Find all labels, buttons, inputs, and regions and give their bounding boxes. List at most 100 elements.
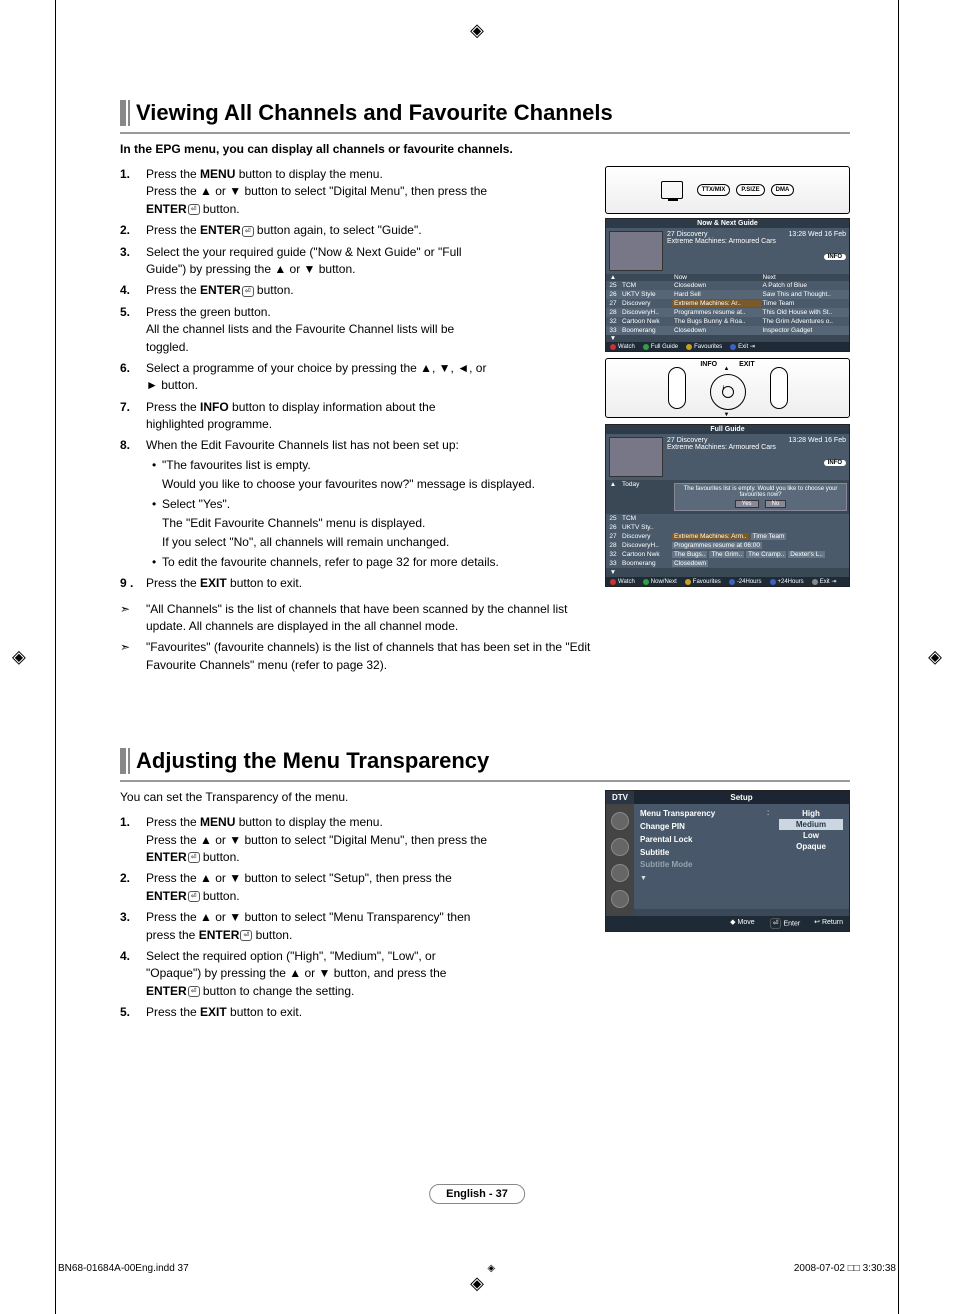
transparency-option[interactable]: Medium bbox=[779, 819, 843, 830]
no-button[interactable]: No bbox=[765, 500, 787, 508]
move-hint: ◆ Move bbox=[730, 918, 754, 929]
step-item: 7.Press the INFO button to display infor… bbox=[120, 399, 593, 434]
dpad[interactable]: ▲ ▼ i bbox=[696, 368, 760, 416]
step-item: 4.Select the required option ("High", "M… bbox=[120, 948, 593, 1000]
menu-category-icon[interactable] bbox=[611, 864, 629, 882]
transparency-option[interactable]: Opaque bbox=[779, 841, 843, 852]
setup-tab[interactable]: Setup bbox=[634, 791, 849, 804]
title-underline bbox=[120, 780, 850, 782]
note-item: ➣"Favourites" (favourite channels) is th… bbox=[120, 639, 593, 674]
title-underline bbox=[120, 132, 850, 134]
scroll-up-icon[interactable] bbox=[606, 481, 620, 513]
step-item: 2.Press the ▲ or ▼ button to select "Set… bbox=[120, 870, 593, 905]
preview-thumb-icon bbox=[609, 231, 663, 271]
exit-arc-label: EXIT bbox=[739, 361, 755, 368]
today-label: Today bbox=[620, 481, 672, 513]
psize-button[interactable]: P.SIZE bbox=[736, 184, 764, 196]
guide-row[interactable]: 28DiscoveryH..Programmes resume at..This… bbox=[606, 308, 849, 317]
menu-category-icon[interactable] bbox=[611, 812, 629, 830]
page-footer: English - 37 bbox=[429, 1184, 525, 1204]
guide-row[interactable]: 33BoomerangClosedown bbox=[606, 559, 849, 568]
page-number-pill: English - 37 bbox=[429, 1184, 525, 1204]
step-item: 6.Select a programme of your choice by p… bbox=[120, 360, 593, 395]
epg1-channel: 27 Discovery bbox=[667, 231, 707, 238]
now-next-guide-panel: Now & Next Guide 27 Discovery 13:28 Wed … bbox=[605, 218, 850, 352]
setup-item-disabled: Subtitle Mode bbox=[640, 859, 761, 872]
guide-row[interactable]: 25TCM bbox=[606, 514, 849, 523]
scroll-up-icon[interactable] bbox=[606, 274, 620, 281]
step-item: 4.Press the ENTER⏎ button. bbox=[120, 282, 593, 299]
step-item: 3.Press the ▲ or ▼ button to select "Men… bbox=[120, 909, 593, 944]
crop-mark-top-icon: ◈ bbox=[470, 20, 484, 41]
guide-row[interactable]: 25TCMClosedownA Patch of Blue bbox=[606, 281, 849, 290]
footer-action[interactable]: Exit ⇥ bbox=[730, 343, 755, 350]
return-hint: ↩ Return bbox=[814, 918, 843, 929]
indd-filename: BN68-01684A-00Eng.indd 37 bbox=[58, 1263, 189, 1274]
footer-action[interactable]: Now/Next bbox=[643, 578, 677, 585]
section-title-viewing-channels: Viewing All Channels and Favourite Chann… bbox=[120, 100, 850, 126]
epg2-programme: Extreme Machines: Armoured Cars bbox=[667, 444, 846, 451]
guide-row[interactable]: 26UKTV Sty.. bbox=[606, 523, 849, 532]
guide-row[interactable]: 33BoomerangClosedownInspector Gadget bbox=[606, 326, 849, 335]
epg2-time: 13:28 Wed 16 Feb bbox=[789, 437, 846, 444]
guide-row[interactable]: 26UKTV StyleHard SellSaw This and Though… bbox=[606, 290, 849, 299]
menu-category-icon[interactable] bbox=[611, 838, 629, 856]
setup-item[interactable]: Change PIN bbox=[640, 821, 761, 834]
section-title-menu-transparency: Adjusting the Menu Transparency bbox=[120, 748, 850, 774]
transparency-option[interactable]: High bbox=[779, 808, 843, 819]
colon: : bbox=[767, 808, 773, 885]
more-items-icon bbox=[640, 872, 761, 885]
remote-button-row: TTX/MIX P.SIZE DMA bbox=[605, 166, 850, 214]
guide-row[interactable]: 28DiscoveryH..Programmes resume at 06:00 bbox=[606, 541, 849, 550]
guide-row[interactable]: 32Cartoon NwkThe Bugs..The Grim..The Cra… bbox=[606, 550, 849, 559]
vol-rocker[interactable] bbox=[668, 367, 686, 409]
guide-row[interactable]: 32Cartoon NwkThe Bugs Bunny & Roa..The G… bbox=[606, 317, 849, 326]
dtv-tab[interactable]: DTV bbox=[606, 791, 634, 804]
ch-rocker[interactable] bbox=[770, 367, 788, 409]
setup-item[interactable]: Menu Transparency bbox=[640, 808, 761, 821]
footer-action[interactable]: Favourites bbox=[686, 343, 722, 350]
crop-mark-left-icon: ◈ bbox=[12, 647, 26, 668]
info-pill[interactable]: INFO bbox=[824, 254, 846, 260]
transparency-option[interactable]: Low bbox=[779, 830, 843, 841]
section2-steps: 1.Press the MENU button to display the m… bbox=[120, 814, 593, 1021]
footer-action[interactable]: Watch bbox=[610, 578, 635, 585]
setup-item[interactable]: Parental Lock bbox=[640, 834, 761, 847]
section1-intro: In the EPG menu, you can display all cha… bbox=[120, 142, 850, 156]
guide-row[interactable]: 27DiscoveryExtreme Machines: Arm..Time T… bbox=[606, 532, 849, 541]
tv-icon bbox=[661, 181, 683, 199]
favourites-empty-message: The favourites list is empty. Would you … bbox=[674, 483, 847, 511]
indd-timestamp: 2008-07-02 □□ 3:30:38 bbox=[794, 1263, 896, 1274]
section2-intro: You can set the Transparency of the menu… bbox=[120, 790, 593, 804]
footer-action[interactable]: Full Guide bbox=[643, 343, 678, 350]
section1-steps: 1.Press the MENU button to display the m… bbox=[120, 166, 593, 593]
note-item: ➣"All Channels" is the list of channels … bbox=[120, 601, 593, 636]
footer-action[interactable]: -24Hours bbox=[729, 578, 762, 585]
scroll-down-icon[interactable] bbox=[606, 335, 620, 342]
trim-line bbox=[898, 0, 899, 1314]
remote-dpad-row: INFO EXIT ▲ ▼ i bbox=[605, 358, 850, 418]
epg1-time: 13:28 Wed 16 Feb bbox=[789, 231, 846, 238]
scroll-down-icon[interactable] bbox=[606, 569, 620, 576]
ttx-mix-button[interactable]: TTX/MIX bbox=[697, 184, 731, 196]
transparency-options: HighMediumLowOpaque bbox=[779, 808, 843, 885]
setup-item[interactable]: Subtitle bbox=[640, 847, 761, 860]
step-item: 8.When the Edit Favourite Channels list … bbox=[120, 437, 593, 571]
epg2-title: Full Guide bbox=[606, 425, 849, 434]
enter-hint: ⏎ Enter bbox=[769, 918, 801, 929]
step-item: 1.Press the MENU button to display the m… bbox=[120, 814, 593, 866]
col-now-label: Now bbox=[672, 274, 761, 281]
info-pill[interactable]: INFO bbox=[824, 460, 846, 466]
yes-button[interactable]: Yes bbox=[735, 500, 759, 508]
step-item: 3.Select the your required guide ("Now &… bbox=[120, 244, 593, 279]
dtv-setup-panel: DTV Setup Menu Tr bbox=[605, 790, 850, 932]
guide-row[interactable]: 27DiscoveryExtreme Machines: Ar..Time Te… bbox=[606, 299, 849, 308]
footer-action[interactable]: Exit ⇥ bbox=[812, 578, 837, 585]
footer-action[interactable]: Favourites bbox=[685, 578, 721, 585]
footer-action[interactable]: Watch bbox=[610, 343, 635, 350]
crop-mark-bottom-icon: ◈ bbox=[470, 1273, 484, 1294]
step-item: 1.Press the MENU button to display the m… bbox=[120, 166, 593, 218]
footer-action[interactable]: +24Hours bbox=[770, 578, 804, 585]
menu-category-icon[interactable] bbox=[611, 890, 629, 908]
dma-button[interactable]: DMA bbox=[771, 184, 795, 196]
